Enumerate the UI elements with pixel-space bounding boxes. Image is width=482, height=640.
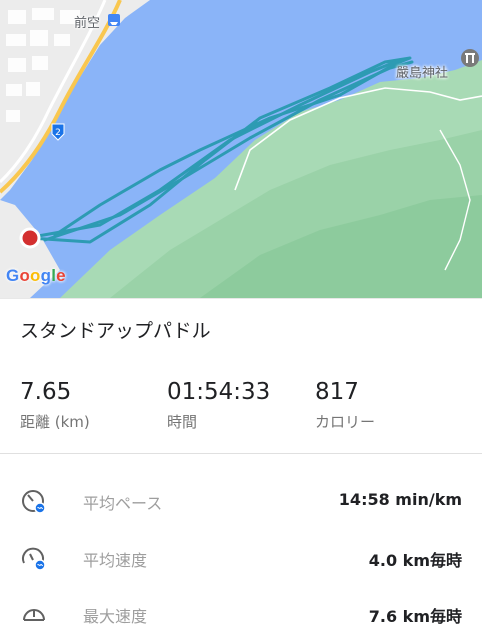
section-divider xyxy=(0,453,482,454)
map-place-label: 前空 xyxy=(74,16,101,31)
stat-calories-label: カロリー xyxy=(315,413,376,431)
metric-avg-pace-label: 平均ペース xyxy=(83,494,163,513)
metric-avg-speed-value: 4.0 km毎時 xyxy=(368,551,462,570)
shrine-pin-icon[interactable] xyxy=(461,49,479,67)
stat-duration: 01:54:33 時間 xyxy=(167,377,270,432)
stat-calories-value: 817 xyxy=(315,379,359,405)
metric-row-avg-speed: 平均速度 4.0 km毎時 xyxy=(0,538,482,578)
ferry-icon xyxy=(108,14,120,26)
metric-row-avg-pace: 平均ペース 14:58 min/km xyxy=(0,481,482,521)
stat-distance-label: 距離 (km) xyxy=(20,413,90,431)
google-logo: Google xyxy=(6,266,66,285)
stat-calories: 817 カロリー xyxy=(315,377,375,432)
route-map[interactable]: 2 前空 嚴島神社 Google xyxy=(0,0,482,298)
metric-avg-speed-label: 平均速度 xyxy=(83,551,148,570)
start-marker-icon[interactable] xyxy=(19,227,41,249)
pace-gauge-icon xyxy=(20,487,48,515)
map-divider xyxy=(0,298,482,299)
activity-title: スタンドアップパドル xyxy=(20,320,211,342)
stat-duration-value: 01:54:33 xyxy=(167,379,271,405)
stat-duration-label: 時間 xyxy=(167,413,198,431)
stat-distance-value: 7.65 xyxy=(20,379,72,405)
avg-speed-gauge-icon xyxy=(20,544,48,572)
metric-max-speed-label: 最大速度 xyxy=(83,607,148,626)
metric-max-speed-value: 7.6 km毎時 xyxy=(368,607,462,626)
map-shrine-label: 嚴島神社 xyxy=(396,66,449,81)
max-speed-gauge-icon xyxy=(20,600,48,628)
metric-avg-pace-value: 14:58 min/km xyxy=(338,490,462,509)
route-shield-text: 2 xyxy=(55,128,61,138)
map-canvas: 2 xyxy=(0,0,482,298)
metric-row-max-speed: 最大速度 7.6 km毎時 xyxy=(0,594,482,634)
stat-distance: 7.65 距離 (km) xyxy=(20,377,90,432)
